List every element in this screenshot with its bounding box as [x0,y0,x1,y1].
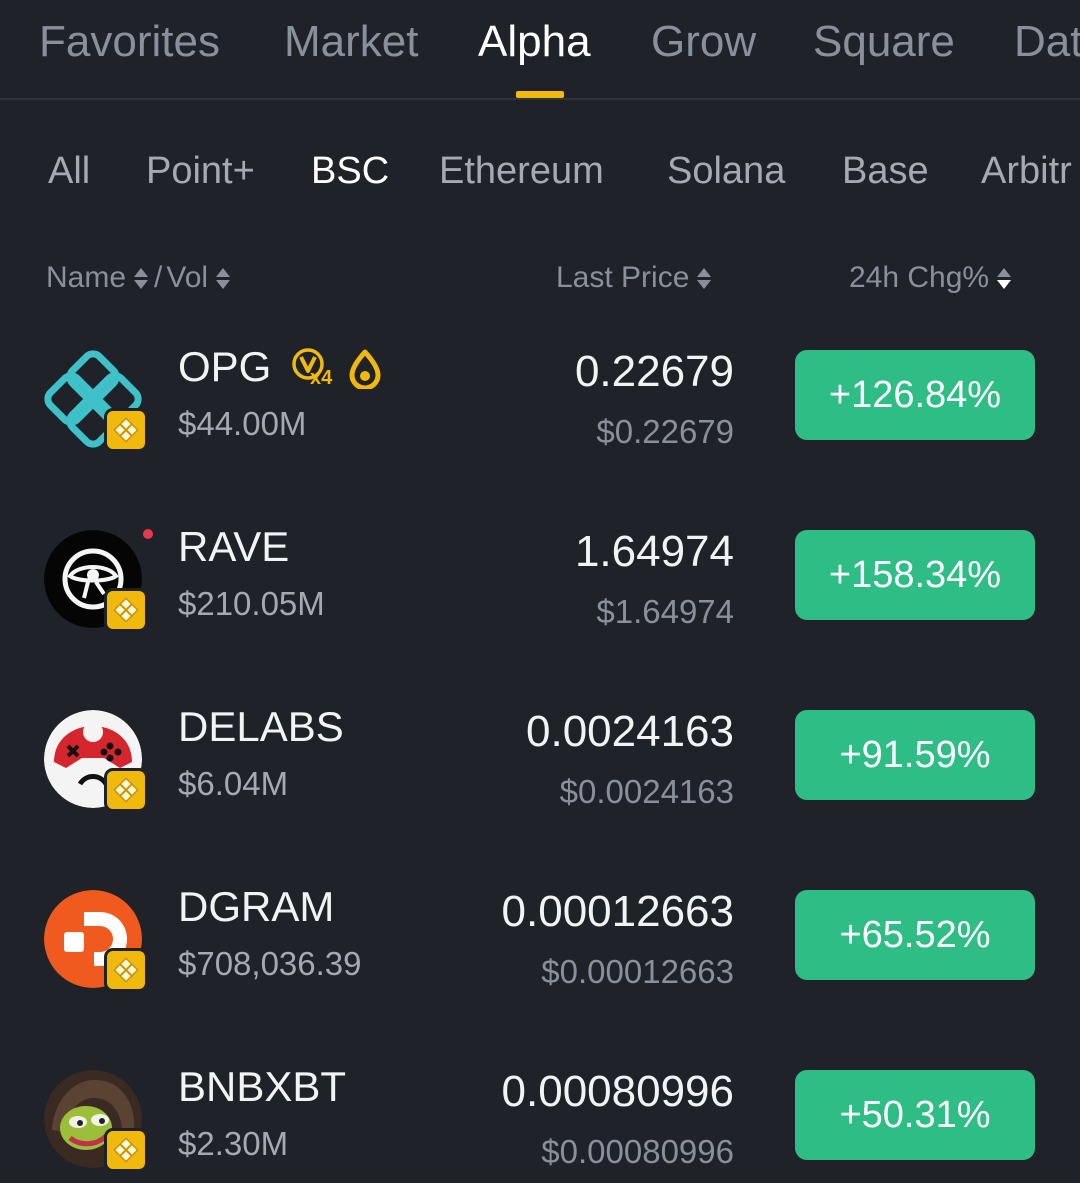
top-tab-bar: Favorites Market Alpha Grow Square Dat [0,0,1080,100]
fiat-price: $0.00012663 [541,953,734,990]
filter-arbitrum[interactable]: Arbitr [981,146,1072,196]
change-badge[interactable]: +50.31% [795,1070,1035,1160]
last-price: 0.00080996 [501,1067,734,1116]
bnb-chain-badge-icon [104,1128,148,1172]
filter-point-plus[interactable]: Point+ [146,146,255,196]
tab-favorites[interactable]: Favorites [39,14,220,70]
bnb-chain-badge-icon [104,588,148,632]
last-price: 0.0024163 [526,707,734,756]
coin-volume: $210.05M [178,585,325,622]
header-last-price[interactable]: Last Price [556,258,717,298]
coin-symbol: OPG [178,343,272,390]
opg-tags: x4 [290,346,382,392]
sort-arrows-icon[interactable] [697,267,712,289]
header-24h-change[interactable]: 24h Chg% [849,258,1017,298]
tab-alpha[interactable]: Alpha [478,14,591,70]
change-badge[interactable]: +65.52% [795,890,1035,980]
last-price: 1.64974 [574,527,734,576]
last-price: 0.22679 [574,347,734,396]
filter-base[interactable]: Base [842,146,929,196]
change-badge[interactable]: +91.59% [795,710,1035,800]
coin-volume: $708,036.39 [178,945,362,982]
coin-symbol: DELABS [178,703,344,750]
sort-by-last-price[interactable]: Last Price [556,258,689,298]
points-multiplier-icon: x4 [290,346,336,392]
table-row[interactable]: OPG x4 $44.00M 0.22679 $0.22679 +126.84% [0,330,1080,510]
bnb-chain-badge-icon [104,408,148,452]
coin-volume: $2.30M [178,1125,289,1162]
coin-symbol: BNBXBT [178,1063,347,1110]
active-tab-indicator [516,91,564,98]
tab-square[interactable]: Square [813,14,955,70]
last-price: 0.00012663 [501,887,734,936]
hot-flame-icon [348,349,382,391]
sort-arrows-icon[interactable] [216,267,231,289]
coin-symbol: DGRAM [178,883,335,930]
filter-solana[interactable]: Solana [667,146,785,196]
sort-by-vol[interactable]: Vol [166,258,208,298]
fiat-price: $1.64974 [596,593,734,630]
fiat-price: $0.00080996 [541,1133,734,1170]
sort-desc-icon[interactable] [997,267,1012,289]
multiplier-label: x4 [310,367,333,389]
header-name-vol: Name / Vol [46,258,236,298]
coin-volume: $44.00M [178,405,307,442]
tab-market[interactable]: Market [284,14,418,70]
bnb-chain-badge-icon [104,948,148,992]
filter-bsc[interactable]: BSC [311,146,389,196]
coin-symbol: RAVE [178,523,290,570]
alpha-market-screen: Favorites Market Alpha Grow Square Dat A… [0,0,1080,1183]
header-separator: / [154,261,163,294]
change-badge[interactable]: +126.84% [795,350,1035,440]
sort-arrows-icon[interactable] [134,267,149,289]
sort-by-change[interactable]: 24h Chg% [849,258,989,298]
coin-volume: $6.04M [178,765,289,802]
tab-data[interactable]: Dat [1014,14,1080,70]
bnb-chain-badge-icon [104,768,148,812]
tab-grow[interactable]: Grow [651,14,756,70]
live-indicator-dot [143,529,153,539]
table-row[interactable]: DELABS $6.04M 0.0024163 $0.0024163 +91.5… [0,690,1080,870]
change-badge[interactable]: +158.34% [795,530,1035,620]
sort-by-name[interactable]: Name [46,258,126,298]
filter-ethereum[interactable]: Ethereum [439,146,604,196]
filter-all[interactable]: All [48,146,90,196]
fiat-price: $0.0024163 [559,773,734,810]
table-row[interactable]: RAVE $210.05M 1.64974 $1.64974 +158.34% [0,510,1080,690]
fiat-price: $0.22679 [596,413,734,450]
table-row[interactable]: BNBXBT $2.30M 0.00080996 $0.00080996 +50… [0,1050,1080,1183]
table-row[interactable]: DGRAM $708,036.39 0.00012663 $0.00012663… [0,870,1080,1050]
